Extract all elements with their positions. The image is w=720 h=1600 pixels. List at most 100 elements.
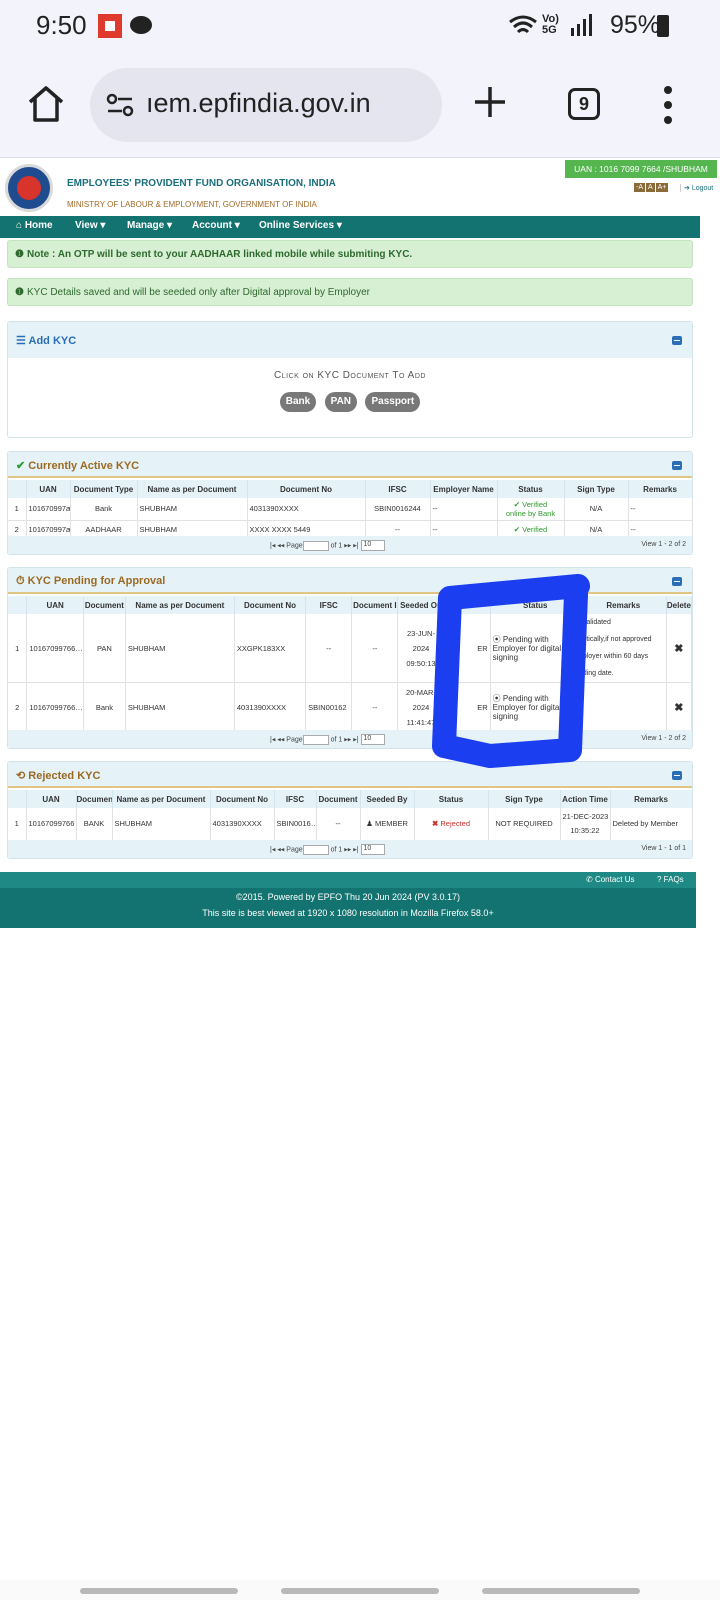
col-header[interactable]: Name as per Document [112, 790, 211, 808]
url-text[interactable]: ıem.epfindia.gov.in [146, 88, 371, 119]
col-header[interactable]: Status [497, 480, 565, 498]
delete-icon[interactable]: ✖ [666, 614, 693, 683]
col-header[interactable]: IFSC [365, 480, 431, 498]
delete-icon[interactable]: ✖ [666, 682, 693, 733]
table-row[interactable]: 1 10167099766 BANK SHUBHAM 4031390XXXX S… [8, 808, 693, 841]
bank-kyc-button[interactable]: Bank [279, 392, 317, 412]
address-bar[interactable]: ıem.epfindia.gov.in [90, 68, 442, 142]
pan-kyc-button[interactable]: PAN [324, 392, 358, 412]
name-cell: SHUBHAM [112, 808, 211, 841]
prev-page-icon[interactable]: ◂◂ [277, 542, 284, 549]
font-normal-button[interactable]: A [646, 183, 655, 192]
footer-browser-note: This site is best viewed at 1920 x 1080 … [202, 908, 494, 918]
col-header[interactable]: Documen [76, 790, 113, 808]
gesture-handle[interactable] [281, 1588, 439, 1594]
last-page-icon[interactable]: ▸| [353, 542, 358, 549]
first-page-icon[interactable]: |◂ [270, 736, 275, 743]
nav-home-label: Home [24, 220, 53, 231]
first-page-icon[interactable]: |◂ [270, 542, 275, 549]
faqs-label: FAQs [663, 875, 684, 884]
page-number-input[interactable] [302, 844, 329, 855]
rows-per-page-select[interactable]: 10 [360, 540, 385, 551]
font-increase-button[interactable]: A+ [655, 183, 669, 192]
gesture-handle[interactable] [80, 1588, 238, 1594]
passport-kyc-button[interactable]: Passport [365, 392, 421, 412]
col-header[interactable]: Name as per Document [125, 596, 235, 614]
info-icon: ❶ [15, 287, 24, 298]
prev-page-icon[interactable]: ◂◂ [277, 736, 284, 743]
more-menu-icon[interactable] [664, 86, 674, 126]
col-header[interactable]: Document No [210, 790, 275, 808]
collapse-icon[interactable] [672, 577, 682, 586]
logout-link[interactable]: ➔ Logout [680, 184, 713, 192]
rejected-icon: ✖ [432, 819, 439, 829]
employer-cell: -- [430, 498, 498, 521]
first-page-icon[interactable]: |◂ [270, 846, 275, 853]
col-header[interactable]: Remarks [628, 480, 693, 498]
home-icon[interactable] [26, 84, 66, 124]
prev-page-icon[interactable]: ◂◂ [277, 846, 284, 853]
epfo-page: EMPLOYEES' PROVIDENT FUND ORGANISATION, … [0, 158, 720, 948]
col-header[interactable]: UAN [26, 596, 84, 614]
col-header[interactable]: Employer Name [430, 480, 498, 498]
col-header[interactable]: Status [414, 790, 489, 808]
nav-online-services[interactable]: Online Services ▾ [259, 220, 342, 231]
col-header[interactable]: IFSC [305, 596, 353, 614]
table-row[interactable]: 1 101670997æ Bank SHUBHAM 4031390XXXX SB… [8, 498, 693, 521]
col-header[interactable]: Document No [247, 480, 366, 498]
contact-us-link[interactable]: ✆ Contact Us [586, 875, 635, 884]
name-cell: SHUBHAM [137, 498, 248, 521]
nav-home[interactable]: ⌂ Home [16, 220, 53, 231]
font-decrease-button[interactable]: -A [634, 183, 645, 192]
col-header[interactable]: Action Time [560, 790, 611, 808]
tab-switcher-button[interactable]: 9 [568, 88, 600, 120]
nav-view[interactable]: View ▾ [75, 220, 105, 231]
col-header[interactable]: Document No [234, 596, 307, 614]
nav-manage[interactable]: Manage ▾ [127, 220, 172, 231]
uan-cell: 10167099766 [26, 808, 77, 841]
uan-badge: UAN : 1016 7099 7664 /SHUBHAM [565, 160, 717, 178]
add-kyc-title: ☰ Add KYC [16, 335, 77, 347]
action-time-cell: 21-DEC-2023 10:35:22 [560, 808, 611, 841]
active-kyc-title-text: Currently Active KYC [28, 460, 140, 472]
col-header[interactable]: Sign Type [488, 790, 561, 808]
new-tab-icon[interactable] [472, 84, 508, 120]
col-header[interactable]: Document [83, 596, 126, 614]
next-page-icon[interactable]: ▸▸ [344, 736, 351, 743]
col-header[interactable]: Delete [666, 596, 693, 614]
page-number-input[interactable] [302, 734, 329, 745]
status-cell: ✖ Rejected [414, 808, 489, 841]
last-page-icon[interactable]: ▸| [353, 736, 358, 743]
next-page-icon[interactable]: ▸▸ [344, 846, 351, 853]
gesture-handle[interactable] [482, 1588, 640, 1594]
collapse-icon[interactable] [672, 771, 682, 780]
col-header[interactable]: UAN [26, 790, 77, 808]
col-header[interactable]: IFSC [274, 790, 317, 808]
rows-per-page-select[interactable]: 10 [360, 844, 385, 855]
col-header[interactable]: Remarks [610, 790, 693, 808]
doc-no-cell: XXGPK183XX [234, 614, 307, 683]
pending-kyc-title-text: KYC Pending for Approval [27, 575, 166, 587]
col-header[interactable]: Document I [351, 596, 399, 614]
next-page-icon[interactable]: ▸▸ [344, 542, 351, 549]
collapse-icon[interactable] [672, 461, 682, 470]
pager-controls: |◂ ◂◂ Page of 1 ▸▸ ▸| 10 [270, 540, 385, 551]
ministry-name: MINISTRY OF LABOUR & EMPLOYMENT, GOVERNM… [67, 200, 317, 209]
col-header[interactable]: Sign Type [564, 480, 629, 498]
page-number-input[interactable] [302, 540, 329, 551]
last-page-icon[interactable]: ▸| [353, 846, 358, 853]
chat-icon [130, 16, 152, 34]
col-header[interactable]: Name as per Document [137, 480, 248, 498]
col-header[interactable]: Document [316, 790, 361, 808]
nav-account[interactable]: Account ▾ [192, 220, 240, 231]
rejected-kyc-title: ⟲ Rejected KYC [16, 770, 101, 782]
col-header[interactable]: Seeded By [360, 790, 415, 808]
site-settings-icon[interactable] [106, 93, 136, 117]
battery-icon [657, 15, 669, 37]
collapse-icon[interactable] [672, 336, 682, 345]
org-name: EMPLOYEES' PROVIDENT FUND ORGANISATION, … [67, 178, 336, 189]
rows-per-page-select[interactable]: 10 [360, 734, 385, 745]
faqs-link[interactable]: ? FAQs [657, 875, 684, 884]
col-header[interactable]: UAN [26, 480, 71, 498]
col-header[interactable]: Document Type [70, 480, 138, 498]
